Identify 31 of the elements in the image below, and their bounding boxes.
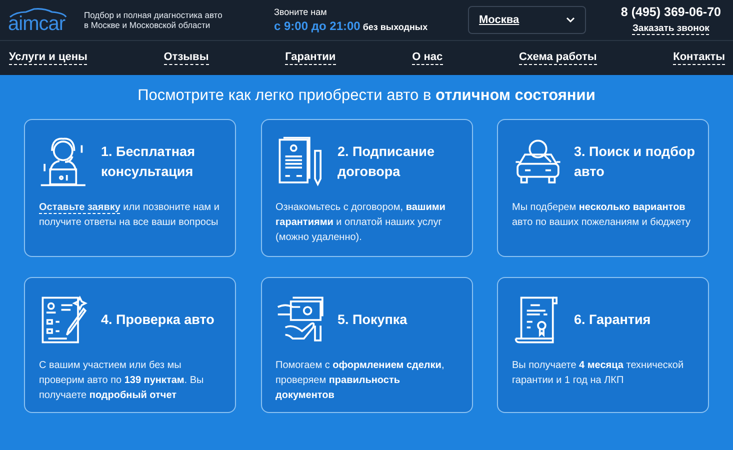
logo[interactable]: aimcar: [8, 8, 70, 32]
phone-number: 8 (495) 369-06-70: [620, 5, 721, 19]
card-title: 5. Покупка: [338, 311, 408, 329]
section-heading: Посмотрите как легко приобрести авто в отличном состоянии: [136, 87, 596, 105]
nav-link[interactable]: Гарантии: [285, 51, 336, 65]
nav-link[interactable]: Контакты: [673, 51, 725, 65]
request-link[interactable]: Оставьте заявку: [39, 202, 120, 214]
card-description: Мы подберем несколько вариантов авто по ваших пожеланиям и бюджету: [512, 201, 692, 230]
callback-link[interactable]: Заказать звонок: [632, 23, 710, 35]
hours-note: без выходных: [362, 22, 428, 32]
card-description: Ознакомьтесь с договором, вашими гарантиями и оплатой наших услуг (можно удаленно).: [276, 201, 446, 245]
chevron-icon: [566, 17, 575, 23]
card-title: 2. Подписание договора: [338, 143, 436, 181]
card-title: 4. Проверка авто: [101, 311, 214, 329]
call-label: Звоните нам: [274, 7, 328, 17]
nav-link[interactable]: Схема работы: [518, 51, 597, 65]
city-select[interactable]: Москва: [468, 6, 586, 34]
card-title: 3. Поиск и подбор авто: [574, 143, 696, 181]
tagline-text: в Москве и Московской области: [84, 20, 212, 30]
car-icon: [8, 8, 68, 18]
card-title: 1. Бесплатная консультация: [101, 143, 196, 181]
tagline-text: Подбор и полная диагностика авто: [84, 10, 224, 20]
card-description: С вашим участием или без мы проверим авто по 139 пунктам. Вы получаете подробный отчет: [39, 359, 205, 403]
card-description: Помогаем с оформлением сделки, проверяем правильность документов: [276, 359, 446, 403]
nav-link[interactable]: Отзывы: [164, 51, 209, 65]
card-title: 6. Гарантия: [574, 311, 651, 329]
card-description: Оставьте заявку или позвоните нам и получите ответы на все ваши вопросы: [39, 201, 220, 230]
working-hours: с 9:00 до 21:00: [274, 19, 360, 33]
card-description: Вы получаете 4 месяца технической гарантии и 1 год на ЛКП: [512, 359, 685, 388]
nav-link[interactable]: Услуги и цены: [9, 51, 88, 65]
nav-link[interactable]: О нас: [412, 51, 443, 65]
